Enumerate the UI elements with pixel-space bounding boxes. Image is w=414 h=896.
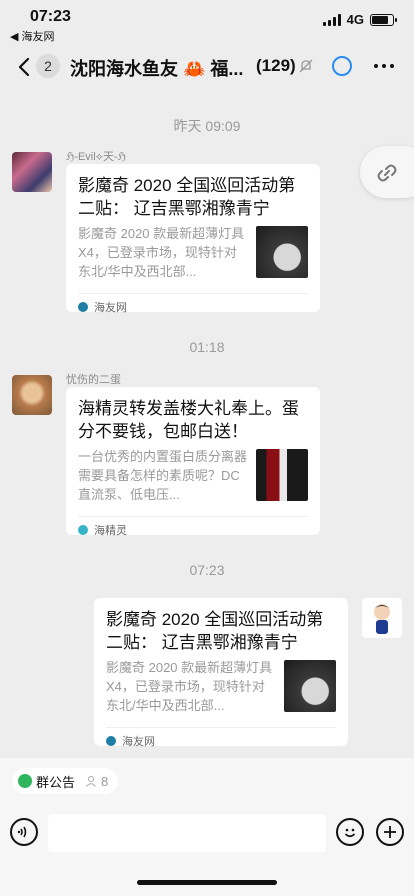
voice-button[interactable] [10,818,38,846]
card-description: 影魔奇 2020 款最新超薄灯具 X4，已登录市场，现特针对东北/华中及西北部.… [106,660,273,713]
avatar[interactable] [12,152,52,192]
source-name: 海精灵 [94,524,127,537]
sender-name: ℌ-Evil⟡天-ℌ [66,151,126,163]
notice-icon [18,774,32,788]
card-thumbnail [284,660,336,712]
voice-icon [17,826,27,838]
status-indicators: 4G [322,12,397,27]
group-notice-chip[interactable]: 群公告 8 [12,768,119,794]
card-description: 一台优秀的内置蛋白质分离器需要具备怎样的素质呢？DC 直流泵、低电压... [78,449,248,502]
time-divider: 昨天 09:09 [173,118,241,134]
ring-icon[interactable] [332,56,352,76]
plus-button[interactable] [376,818,404,846]
avatar[interactable] [12,375,52,415]
source-icon [78,301,88,312]
card-title: 影魔奇 2020 全国巡回活动第二贴： 辽吉黑鄂湘豫青宁 [78,176,296,218]
link-card[interactable]: 海精灵转发盖楼大礼奉上。蛋分不要钱，包邮白送！ 一台优秀的内置蛋白质分离器需要具… [66,387,320,537]
chat-input-area: 群公告 8 [0,758,414,896]
battery-icon [370,13,397,26]
emoji-icon [344,828,356,838]
back-icon[interactable] [14,56,36,78]
card-description: 影魔奇 2020 款最新超薄灯具 X4，已登录市场，现特针对东北/华中及西北部.… [78,226,245,279]
card-title: 海精灵转发盖楼大礼奉上。蛋分不要钱，包邮白送！ [78,399,299,441]
status-bar: 07:23 ◀ 海友网 4G [0,0,414,44]
person-icon [86,776,96,787]
member-count: (129) [256,56,296,75]
source-icon [106,735,116,746]
card-thumbnail [256,226,308,278]
plus-icon [384,826,396,838]
message-input[interactable] [48,814,326,852]
source-name: 海友网 [94,301,127,314]
link-card[interactable]: 影魔奇 2020 全国巡回活动第二贴： 辽吉黑鄂湘豫青宁 影魔奇 2020 款最… [66,164,320,314]
chat-header: 2 沈阳海水鱼友 🦀 福... (129) [0,44,414,90]
source-icon [78,524,88,535]
card-thumbnail [256,449,308,501]
chat-title[interactable]: 沈阳海水鱼友 🦀 福... [70,55,243,81]
card-source: 海友网 [78,293,308,319]
time-divider: 01:18 [189,339,225,355]
floating-link-button[interactable] [360,146,414,198]
home-indicator[interactable] [137,880,277,885]
network-label: 4G [346,12,364,27]
link-icon [377,164,397,182]
mute-icon [299,59,313,73]
card-title: 影魔奇 2020 全国巡回活动第二贴： 辽吉黑鄂湘豫青宁 [106,610,324,652]
emoji-button[interactable] [336,818,364,846]
avatar[interactable] [362,598,402,638]
sender-name: 忧伤的二蛋 [66,374,121,386]
source-name: 海友网 [122,735,155,748]
signal-icon [322,13,341,26]
notice-count: 8 [101,773,109,789]
notice-label: 群公告 [36,774,76,790]
time-divider: 07:23 [189,562,225,578]
status-time: 07:23 [30,8,71,25]
more-icon[interactable] [374,64,394,68]
card-source: 海精灵 [78,516,308,542]
unread-badge[interactable]: 2 [36,54,60,78]
card-source: 海友网 [106,727,336,753]
avatar-figure-icon [373,604,391,634]
status-back-app[interactable]: ◀ 海友网 [10,28,55,44]
link-card[interactable]: 影魔奇 2020 全国巡回活动第二贴： 辽吉黑鄂湘豫青宁 影魔奇 2020 款最… [94,598,348,748]
